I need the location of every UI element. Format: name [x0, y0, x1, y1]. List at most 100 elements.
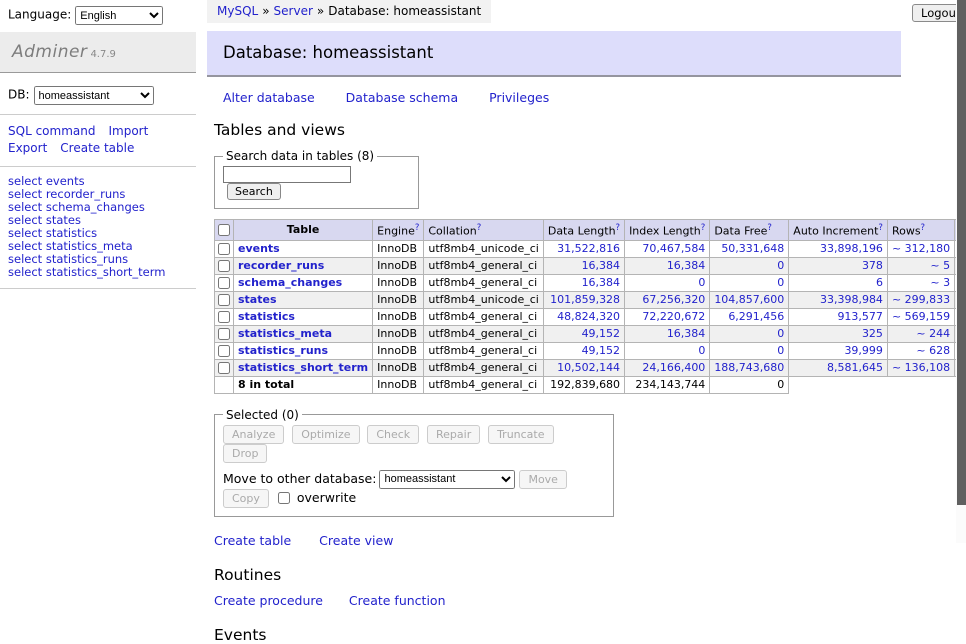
repair-button[interactable]: Repair: [427, 425, 480, 444]
rows-count-link[interactable]: ~ 299,833: [892, 293, 950, 306]
overwrite-label[interactable]: overwrite: [297, 490, 356, 505]
data-length-link[interactable]: 16,384: [582, 276, 621, 289]
row-checkbox[interactable]: [218, 328, 230, 340]
index-length-link[interactable]: 0: [698, 344, 705, 357]
data-free-link[interactable]: 0: [777, 259, 784, 272]
auto-increment-link[interactable]: 6: [876, 276, 883, 289]
index-length-link[interactable]: 0: [698, 276, 705, 289]
rows-count-link[interactable]: ~ 312,180: [892, 242, 950, 255]
scrollbar-thumb[interactable]: [957, 0, 966, 505]
rows-count-link[interactable]: ~ 569,159: [892, 310, 950, 323]
search-button[interactable]: Search: [227, 183, 281, 200]
create-function-link[interactable]: Create function: [349, 593, 446, 608]
row-checkbox[interactable]: [218, 260, 230, 272]
data-free-link[interactable]: 50,331,648: [721, 242, 784, 255]
vertical-scrollbar: [956, 0, 966, 543]
auto-increment-link[interactable]: 33,898,196: [820, 242, 883, 255]
auto-increment-link[interactable]: 325: [862, 327, 883, 340]
table-link[interactable]: states: [238, 293, 277, 306]
column-help-link[interactable]: ?: [767, 223, 772, 233]
alter-database-link[interactable]: Alter database: [223, 90, 315, 105]
engine-cell: InnoDB: [373, 291, 424, 308]
copy-button[interactable]: Copy: [223, 489, 269, 508]
data-length-link[interactable]: 101,859,328: [550, 293, 620, 306]
search-input[interactable]: [223, 166, 351, 183]
index-length-link[interactable]: 16,384: [667, 259, 706, 272]
sidebar-item-select-statistics-short-term[interactable]: select statistics_short_term: [8, 266, 196, 279]
export-link[interactable]: Export: [8, 141, 47, 155]
column-help-link[interactable]: ?: [616, 223, 621, 233]
row-checkbox[interactable]: [218, 311, 230, 323]
index-length-link[interactable]: 72,220,672: [642, 310, 705, 323]
data-free-link[interactable]: 0: [777, 276, 784, 289]
selected-fieldset: Selected (0) Analyze Optimize Check Repa…: [214, 408, 614, 517]
move-database-select[interactable]: homeassistant: [379, 470, 515, 489]
privileges-link[interactable]: Privileges: [489, 90, 549, 105]
data-free-link[interactable]: 0: [777, 344, 784, 357]
table-link[interactable]: statistics_short_term: [238, 361, 368, 374]
data-free-link[interactable]: 0: [777, 327, 784, 340]
data-length-link[interactable]: 16,384: [582, 259, 621, 272]
db-label: DB:: [8, 88, 30, 102]
auto-increment-link[interactable]: 378: [862, 259, 883, 272]
create-table-link[interactable]: Create table: [214, 533, 291, 548]
check-button[interactable]: Check: [367, 425, 419, 444]
create-view-link[interactable]: Create view: [319, 533, 393, 548]
database-schema-link[interactable]: Database schema: [346, 90, 458, 105]
data-free-link[interactable]: 188,743,680: [714, 361, 784, 374]
rows-count-link[interactable]: ~ 628: [916, 344, 950, 357]
table-link[interactable]: schema_changes: [238, 276, 342, 289]
column-help-link[interactable]: ?: [878, 223, 883, 233]
column-help-link[interactable]: ?: [921, 223, 926, 233]
analyze-button[interactable]: Analyze: [223, 425, 284, 444]
row-checkbox[interactable]: [218, 362, 230, 374]
optimize-button[interactable]: Optimize: [292, 425, 359, 444]
data-length-link[interactable]: 49,152: [582, 327, 621, 340]
auto-increment-link[interactable]: 913,577: [837, 310, 883, 323]
create-procedure-link[interactable]: Create procedure: [214, 593, 323, 608]
data-length-link[interactable]: 49,152: [582, 344, 621, 357]
index-length-link[interactable]: 16,384: [667, 327, 706, 340]
row-checkbox[interactable]: [218, 243, 230, 255]
overwrite-checkbox[interactable]: [278, 492, 290, 504]
data-free-link[interactable]: 104,857,600: [714, 293, 784, 306]
data-length-link[interactable]: 31,522,816: [557, 242, 620, 255]
rows-count-link[interactable]: ~ 5: [930, 259, 950, 272]
create-table-link-sidebar[interactable]: Create table: [60, 141, 134, 155]
index-length-link[interactable]: 67,256,320: [642, 293, 705, 306]
row-checkbox[interactable]: [218, 345, 230, 357]
index-length-link[interactable]: 70,467,584: [642, 242, 705, 255]
drop-button[interactable]: Drop: [223, 444, 267, 463]
rows-count-link[interactable]: ~ 3: [930, 276, 950, 289]
select-all-checkbox[interactable]: [218, 224, 230, 236]
data-length-link[interactable]: 48,824,320: [557, 310, 620, 323]
column-help-link[interactable]: ?: [701, 223, 706, 233]
index-length-link[interactable]: 24,166,400: [642, 361, 705, 374]
sql-command-link[interactable]: SQL command: [8, 124, 95, 138]
sidebar-divider: [0, 114, 196, 115]
row-checkbox[interactable]: [218, 294, 230, 306]
row-checkbox[interactable]: [218, 277, 230, 289]
language-select[interactable]: English: [75, 6, 163, 25]
table-link[interactable]: events: [238, 242, 280, 255]
rows-count-link[interactable]: ~ 136,108: [892, 361, 950, 374]
truncate-button[interactable]: Truncate: [488, 425, 553, 444]
db-select[interactable]: homeassistant: [34, 86, 154, 105]
data-length-link[interactable]: 10,502,144: [557, 361, 620, 374]
table-link[interactable]: statistics_runs: [238, 344, 328, 357]
breadcrumb-mysql-link[interactable]: MySQL: [217, 4, 258, 18]
tables-table-head: TableEngine?Collation?Data Length?Index …: [215, 220, 966, 241]
column-help-link[interactable]: ?: [477, 223, 482, 233]
import-link[interactable]: Import: [108, 124, 148, 138]
table-link[interactable]: recorder_runs: [238, 259, 324, 272]
column-help-link[interactable]: ?: [415, 223, 420, 233]
auto-increment-link[interactable]: 33,398,984: [820, 293, 883, 306]
table-link[interactable]: statistics: [238, 310, 295, 323]
table-link[interactable]: statistics_meta: [238, 327, 332, 340]
auto-increment-link[interactable]: 8,581,645: [827, 361, 883, 374]
breadcrumb-server-link[interactable]: Server: [274, 4, 313, 18]
auto-increment-link[interactable]: 39,999: [844, 344, 883, 357]
data-free-link[interactable]: 6,291,456: [728, 310, 784, 323]
move-button[interactable]: Move: [519, 470, 567, 489]
rows-count-link[interactable]: ~ 244: [916, 327, 950, 340]
